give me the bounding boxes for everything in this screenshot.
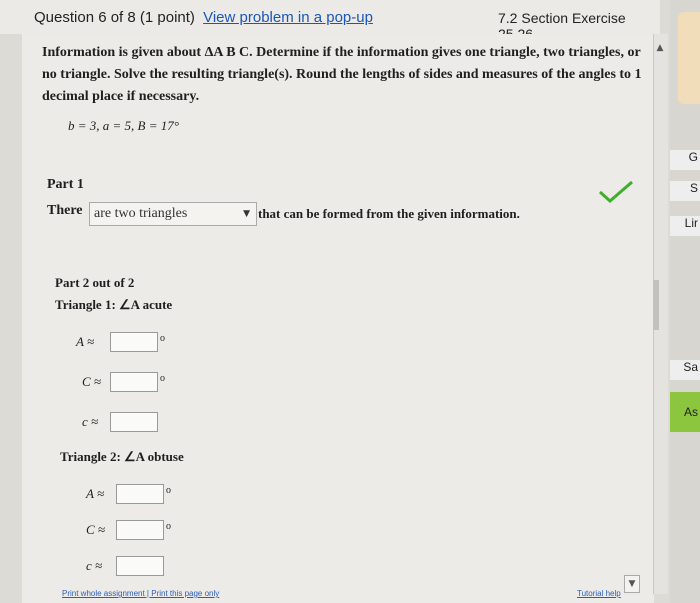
side-tab-as[interactable]: As [670,392,700,432]
t1-c-label: c ≈ [82,414,99,429]
t2-C-degree: o [166,521,171,532]
part1-title: Part 1 [47,177,84,192]
scroll-thumb[interactable] [653,280,659,330]
triangle1-label: Triangle 1: ∠A acute [55,297,173,312]
side-tab-lir[interactable]: Lir [670,216,700,236]
t2-A-degree: o [166,485,171,496]
t2-A-input[interactable] [116,484,164,504]
t2-C-label: C ≈ [86,522,106,537]
select-value: are two triangles [94,206,188,221]
t1-A-input[interactable] [110,332,158,352]
side-tab-s[interactable]: S [670,181,700,201]
scroll-up-arrow-icon[interactable]: ▲ [653,40,667,56]
checkmark-icon [598,180,633,203]
triangle2-label: Triangle 2: ∠A obtuse [60,449,184,464]
t2-c-input[interactable] [116,556,164,576]
side-panel: G S Lir Sa As [670,0,700,603]
question-header: Question 6 of 8 (1 point) View problem i… [0,0,660,42]
t2-C-input[interactable] [116,520,164,540]
problem-statement: Information is given about ΔA B C. Deter… [42,45,642,104]
part1-suffix: that can be formed from the given inform… [258,206,520,221]
tutorial-help-link[interactable]: Tutorial help [577,589,621,598]
part1-prefix: There [47,203,83,218]
t1-C-label: C ≈ [82,374,102,389]
t1-A-degree: o [160,333,165,344]
side-tab-g[interactable]: G [670,150,700,170]
given-values: b = 3, a = 5, B = 17° [68,118,179,133]
part2-title: Part 2 out of 2 [55,275,135,290]
print-links[interactable]: Print whole assignment | Print this page… [62,589,219,598]
triangle-count-select[interactable]: are two triangles ▼ [89,202,257,226]
t1-C-degree: o [160,373,165,384]
t2-A-label: A ≈ [86,486,105,501]
chevron-down-icon: ▼ [243,209,250,219]
t1-C-input[interactable] [110,372,158,392]
side-tab-top[interactable] [678,12,700,104]
side-tab-sa[interactable]: Sa [670,360,700,380]
t2-c-label: c ≈ [86,558,103,573]
t1-A-label: A ≈ [76,334,95,349]
question-label: Question 6 of 8 (1 point) View problem i… [34,9,373,26]
popup-link[interactable]: View problem in a pop-up [203,9,373,26]
scroll-down-arrow-icon[interactable]: ▼ [624,575,640,593]
t1-c-input[interactable] [110,412,158,432]
